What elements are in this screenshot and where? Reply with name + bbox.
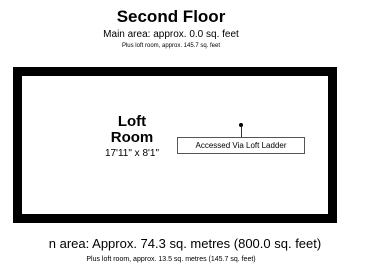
room-name: Loft Room bbox=[92, 114, 172, 146]
room-dimensions: 17'11" x 8'1" bbox=[104, 148, 160, 159]
callout-line bbox=[241, 127, 242, 137]
floor-main-area: Main area: approx. 0.0 sq. feet bbox=[103, 29, 239, 40]
floor-loft-note: Plus loft room, approx. 145.7 sq. feet bbox=[121, 43, 221, 49]
total-loft-note: Plus loft room, approx. 13.5 sq. metres … bbox=[86, 256, 256, 263]
room-name-line1: Loft bbox=[117, 113, 147, 130]
access-label: Accessed Via Loft Ladder bbox=[177, 137, 305, 154]
total-area: n area: Approx. 74.3 sq. metres (800.0 s… bbox=[48, 236, 322, 251]
room-name-line2: Room bbox=[110, 129, 154, 146]
floor-title: Second Floor bbox=[116, 7, 226, 26]
